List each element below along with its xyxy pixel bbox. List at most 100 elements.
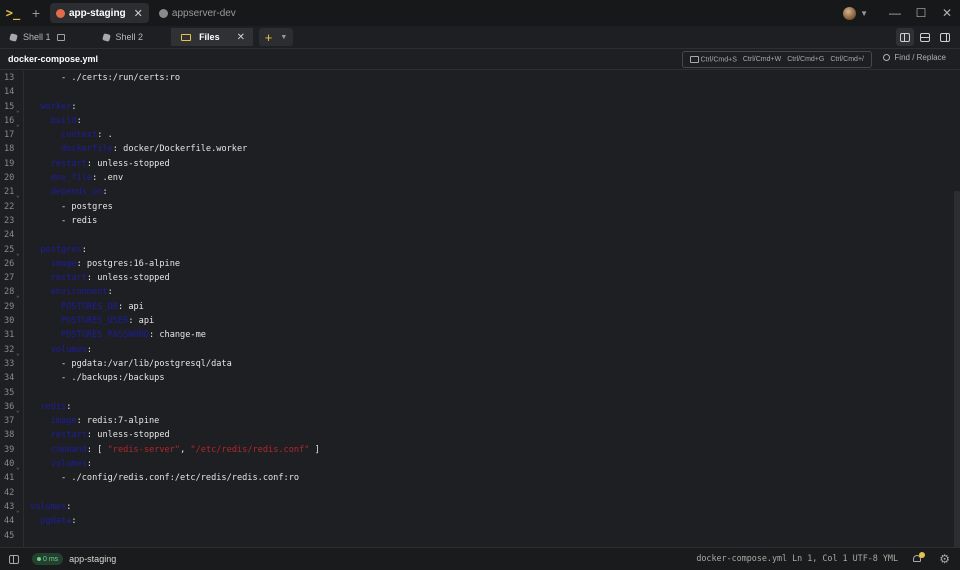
line-number: 45	[4, 530, 15, 541]
yaml-key: volumes	[30, 501, 67, 512]
code-line[interactable]: 20 env_file: .env	[0, 171, 960, 185]
code-line[interactable]: 24	[0, 228, 960, 242]
tab-shell-2[interactable]: Shell 2	[93, 28, 152, 46]
code-line[interactable]: 14	[0, 85, 960, 99]
line-number: 30	[4, 316, 15, 327]
line-content: - ./config/redis.conf:/etc/redis/redis.c…	[30, 471, 299, 485]
code-line[interactable]: 18 dockerfile: docker/Dockerfile.worker	[0, 142, 960, 156]
code-lines[interactable]: 13 - ./certs:/run/certs:ro 14 15 ⌄ worker: 1…	[0, 71, 960, 543]
line-number: 37	[4, 416, 15, 427]
avatar[interactable]	[843, 6, 857, 20]
code-line[interactable]: 32 ⌄ volumes:	[0, 343, 960, 357]
code-line[interactable]: 26 image: postgres:16-alpine	[0, 257, 960, 271]
yaml-text: ]	[309, 444, 320, 455]
code-line[interactable]: 28 ⌄ environment:	[0, 285, 960, 299]
code-line[interactable]: 40 ⌄ volumes:	[0, 457, 960, 471]
code-line[interactable]: 43 ⌄ volumes:	[0, 500, 960, 514]
line-number: 14	[4, 87, 15, 98]
line-number: 22	[4, 201, 15, 212]
code-line[interactable]: 31 POSTGRES_PASSWORD: change-me	[0, 328, 960, 342]
find-replace-button[interactable]: Find / Replace	[883, 53, 946, 62]
line-number: 26	[4, 258, 15, 269]
close-window-button[interactable]: ✕	[934, 0, 960, 26]
new-window-tab-button[interactable]: +	[26, 0, 46, 26]
code-line[interactable]: 23 - redis	[0, 214, 960, 228]
yaml-key: image	[50, 416, 77, 427]
horizontal-split-icon	[920, 32, 930, 42]
maximize-button[interactable]: ☐	[908, 0, 934, 26]
yaml-text: : api	[128, 316, 155, 327]
minimize-button[interactable]: —	[882, 0, 908, 26]
close-tab-icon[interactable]: ✕	[134, 7, 143, 20]
settings-icon[interactable]: ⚙	[939, 552, 950, 566]
code-line[interactable]: 17 context: .	[0, 128, 960, 142]
code-line[interactable]: 22 - postgres	[0, 200, 960, 214]
line-content: - redis	[30, 214, 97, 228]
code-line[interactable]: 42	[0, 486, 960, 500]
yaml-text: :	[81, 244, 87, 255]
server-status-icon	[56, 8, 65, 18]
add-tab-button[interactable]: + ▼	[259, 28, 294, 46]
chevron-down-icon[interactable]: ▼	[280, 34, 287, 41]
code-line[interactable]: 19 restart: unless-stopped	[0, 157, 960, 171]
vertical-scrollbar[interactable]	[954, 191, 960, 551]
code-line[interactable]: 21 ⌄ depends_on:	[0, 185, 960, 199]
code-line[interactable]: 27 restart: unless-stopped	[0, 271, 960, 285]
line-content: image: redis:7-alpine	[30, 414, 160, 428]
code-line[interactable]: 30 POSTGRES_USER: api	[0, 314, 960, 328]
toggle-sidebar-button[interactable]	[6, 551, 22, 567]
code-line[interactable]: 13 - ./certs:/run/certs:ro	[0, 71, 960, 85]
line-content: - pgdata:/var/lib/postgresql/data	[30, 357, 232, 371]
code-line[interactable]: 45	[0, 529, 960, 543]
notification-bell-icon[interactable]	[912, 552, 925, 564]
split-view-icon[interactable]	[56, 33, 65, 41]
tab-files[interactable]: Files ✕	[171, 28, 254, 46]
line-content: build:	[30, 114, 82, 128]
code-line[interactable]: 35	[0, 386, 960, 400]
code-line[interactable]: 41 - ./config/redis.conf:/etc/redis/redi…	[0, 471, 960, 485]
code-line[interactable]: 36 ⌄ redis:	[0, 400, 960, 414]
code-line[interactable]: 25 ⌄ postgres:	[0, 243, 960, 257]
yaml-key: dockerfile	[61, 144, 113, 155]
window-tab-appserver-dev[interactable]: appserver-dev	[153, 3, 242, 23]
yaml-key: volumes	[50, 344, 87, 355]
window-tab-app-staging[interactable]: app-staging ✕	[50, 3, 149, 23]
yaml-key: build	[50, 115, 77, 126]
layout-vertical-split-button[interactable]	[896, 28, 914, 46]
layout-horizontal-split-button[interactable]	[916, 28, 934, 46]
right-panel-icon	[940, 32, 950, 42]
close-tab-icon[interactable]: ✕	[237, 32, 245, 43]
find-replace-label: Find / Replace	[894, 53, 946, 62]
code-line[interactable]: 44 pgdata:	[0, 514, 960, 528]
line-content: env_file: .env	[30, 171, 123, 185]
line-number: 34	[4, 373, 15, 384]
code-line[interactable]: 37 image: redis:7-alpine	[0, 414, 960, 428]
line-content: volumes:	[30, 457, 92, 471]
toggle-right-panel-button[interactable]	[936, 28, 954, 46]
line-number: 35	[4, 387, 15, 398]
tab-shell-1[interactable]: Shell 1	[0, 28, 73, 46]
yaml-key: POSTGRES_PASSWORD	[61, 330, 150, 341]
server-icon	[158, 8, 168, 18]
code-line[interactable]: 38 restart: unless-stopped	[0, 428, 960, 442]
line-content: POSTGRES_USER: api	[30, 314, 154, 328]
terminal-app-icon[interactable]: >_	[0, 0, 26, 26]
code-line[interactable]: 33 - pgdata:/var/lib/postgresql/data	[0, 357, 960, 371]
code-editor[interactable]: 13 - ./certs:/run/certs:ro 14 15 ⌄ worker: 1…	[0, 71, 960, 551]
line-content: restart: unless-stopped	[30, 428, 170, 442]
chevron-down-icon[interactable]: ▼	[860, 9, 868, 18]
sidebar-icon	[9, 554, 19, 564]
code-line[interactable]: 29 POSTGRES_DB: api	[0, 300, 960, 314]
yaml-key: restart	[50, 158, 87, 169]
code-line[interactable]: 39 command: [ "redis-server", "/etc/redi…	[0, 443, 960, 457]
code-line[interactable]: 16 ⌄ build:	[0, 114, 960, 128]
line-content: postgres:	[30, 243, 87, 257]
tab-label: Files	[199, 32, 220, 42]
code-line[interactable]: 34 - ./backups:/backups	[0, 371, 960, 385]
yaml-key: POSTGRES_USER	[61, 316, 129, 327]
title-bar: >_ + app-staging ✕ appserver-dev ▼ — ☐ ✕	[0, 0, 960, 26]
yaml-key: volumes	[50, 459, 87, 470]
yaml-text: : redis:7-alpine	[76, 416, 160, 427]
tab-label: Shell 2	[115, 32, 144, 42]
code-line[interactable]: 15 ⌄ worker:	[0, 100, 960, 114]
